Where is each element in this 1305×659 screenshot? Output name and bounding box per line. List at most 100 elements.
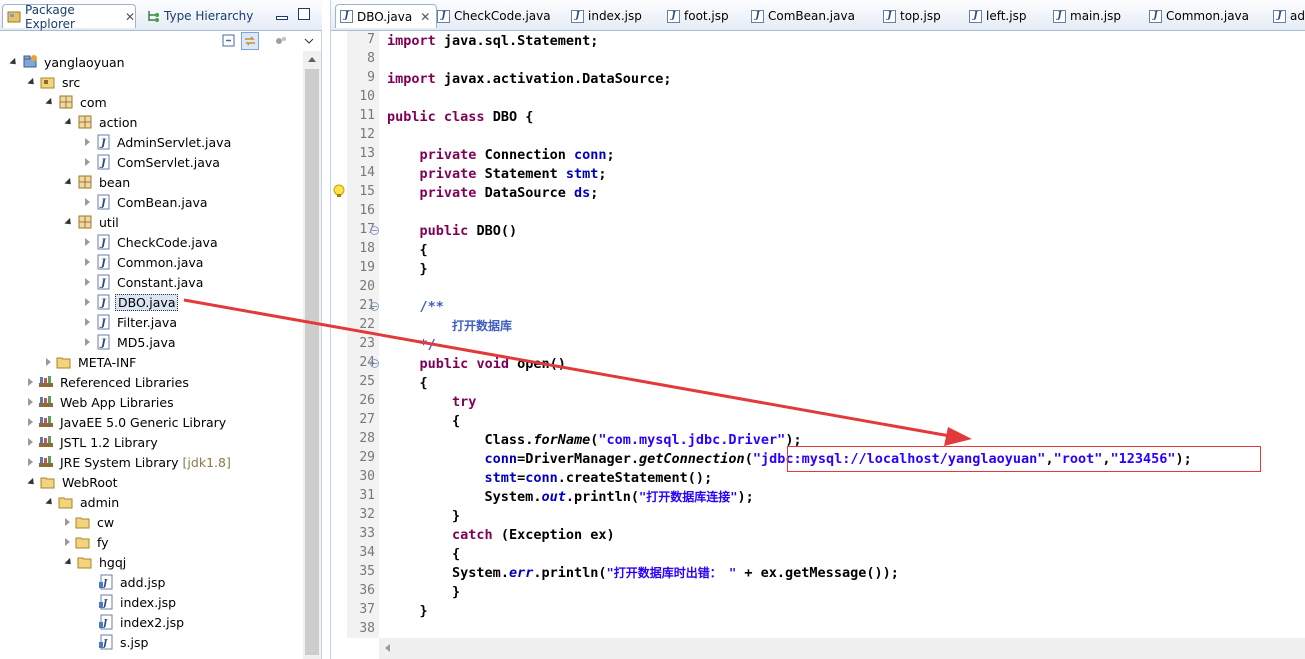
- collapsed-arrow-icon[interactable]: [28, 378, 33, 386]
- collapsed-arrow-icon[interactable]: [65, 518, 70, 526]
- tab-type-hierarchy[interactable]: Type Hierarchy: [142, 4, 272, 28]
- expanded-arrow-icon[interactable]: [64, 117, 74, 127]
- editor-tab[interactable]: J Common.java: [1149, 4, 1249, 28]
- tree-item[interactable]: Jindex.jsp: [85, 592, 178, 612]
- tree-item[interactable]: WebRoot: [27, 472, 120, 492]
- expanded-arrow-icon[interactable]: [64, 557, 74, 567]
- tree-item[interactable]: J CheckCode.java: [85, 232, 220, 252]
- chevron-down-icon[interactable]: [300, 32, 318, 50]
- tree-item[interactable]: J ComServlet.java: [85, 152, 222, 172]
- fold-toggle-icon[interactable]: −: [370, 226, 379, 235]
- code-line: /**: [387, 298, 444, 317]
- tree-item[interactable]: Jindex2.jsp: [85, 612, 186, 632]
- code-line: private Statement stmt;: [419, 166, 607, 182]
- collapsed-arrow-icon[interactable]: [28, 398, 33, 406]
- collapsed-arrow-icon[interactable]: [85, 158, 90, 166]
- fold-toggle-icon[interactable]: −: [370, 359, 379, 368]
- horizontal-scrollbar[interactable]: [379, 638, 1305, 659]
- tree-item[interactable]: com: [45, 92, 109, 112]
- tree-item[interactable]: META-INF: [46, 352, 138, 372]
- expanded-arrow-icon[interactable]: [45, 497, 55, 507]
- editor-tab-label: ad: [1290, 9, 1305, 23]
- java-file-icon: J: [95, 334, 111, 350]
- minimize-button[interactable]: [276, 16, 288, 20]
- tree-item[interactable]: Referenced Libraries: [28, 372, 191, 392]
- collapsed-arrow-icon[interactable]: [28, 418, 33, 426]
- expanded-arrow-icon[interactable]: [64, 217, 74, 227]
- editor-tab[interactable]: J DBO.java ✕: [335, 4, 438, 28]
- code-line: */: [387, 336, 436, 355]
- code-line: {: [452, 546, 461, 562]
- tab-package-explorer[interactable]: Package Explorer ✕: [2, 3, 136, 31]
- tree-item[interactable]: Jadd.jsp: [85, 572, 167, 592]
- collapse-all-button[interactable]: [220, 32, 238, 50]
- code-text-area[interactable]: import java.sql.Statement; import javax.a…: [379, 31, 1305, 638]
- tree-item[interactable]: action: [64, 112, 139, 132]
- expanded-arrow-icon[interactable]: [9, 57, 19, 67]
- editor-tab[interactable]: Jindex.jsp: [571, 4, 642, 28]
- expanded-arrow-icon[interactable]: [45, 97, 55, 107]
- scrollbar-thumb[interactable]: [305, 69, 319, 655]
- tree-item[interactable]: J Filter.java: [85, 312, 179, 332]
- collapsed-arrow-icon[interactable]: [65, 538, 70, 546]
- expanded-arrow-icon[interactable]: [27, 477, 37, 487]
- tree-item[interactable]: hgqj: [64, 552, 128, 572]
- tree-item[interactable]: JRE System Library [jdk1.8]: [28, 452, 231, 472]
- editor-tab[interactable]: J ComBean.java: [751, 4, 855, 28]
- tree-item[interactable]: JSTL 1.2 Library: [28, 432, 160, 452]
- collapsed-arrow-icon[interactable]: [28, 458, 33, 466]
- collapsed-arrow-icon[interactable]: [85, 278, 90, 286]
- collapsed-arrow-icon[interactable]: [85, 138, 90, 146]
- folder-icon: [56, 354, 72, 370]
- editor-tab[interactable]: Jfoot.jsp: [667, 4, 729, 28]
- collapsed-arrow-icon[interactable]: [46, 358, 51, 366]
- tree-item-label: Constant.java: [117, 274, 204, 290]
- tree-item[interactable]: J AdminServlet.java: [85, 132, 233, 152]
- editor-tab-label: left.jsp: [986, 9, 1027, 23]
- editor-tab[interactable]: Jmain.jsp: [1053, 4, 1121, 28]
- tree-item[interactable]: J Common.java: [85, 252, 205, 272]
- tree-item[interactable]: J MD5.java: [85, 332, 178, 352]
- editor-tab[interactable]: J CheckCode.java: [437, 4, 551, 28]
- collapsed-arrow-icon[interactable]: [28, 438, 33, 446]
- expanded-arrow-icon[interactable]: [27, 77, 37, 87]
- expanded-arrow-icon[interactable]: [64, 177, 74, 187]
- editor-tab[interactable]: Jtop.jsp: [883, 4, 941, 28]
- close-icon[interactable]: ✕: [420, 10, 430, 24]
- tree-item[interactable]: J ComBean.java: [85, 192, 210, 212]
- link-with-editor-button[interactable]: [241, 32, 259, 50]
- collapsed-arrow-icon[interactable]: [85, 238, 90, 246]
- tree-item[interactable]: cw: [65, 512, 116, 532]
- close-icon[interactable]: ✕: [125, 10, 135, 24]
- scroll-up-icon[interactable]: [308, 57, 316, 62]
- tree-item[interactable]: J DBO.java: [85, 292, 179, 312]
- tree-item[interactable]: fy: [65, 532, 111, 552]
- tree-item[interactable]: Web App Libraries: [28, 392, 176, 412]
- editor-tab[interactable]: Jad: [1273, 4, 1305, 28]
- tree-item[interactable]: admin: [45, 492, 121, 512]
- tree-item-label: MD5.java: [117, 334, 176, 350]
- maximize-button[interactable]: [298, 8, 310, 20]
- tree-item[interactable]: JavaEE 5.0 Generic Library: [28, 412, 228, 432]
- code-line: public class DBO {: [387, 109, 534, 125]
- view-menu-icon[interactable]: [272, 32, 290, 50]
- warning-lightbulb-icon[interactable]: [332, 183, 348, 203]
- tree-item[interactable]: bean: [64, 172, 132, 192]
- fold-toggle-icon[interactable]: −: [370, 302, 379, 311]
- tree-item[interactable]: J Constant.java: [85, 272, 205, 292]
- collapsed-arrow-icon[interactable]: [85, 318, 90, 326]
- jsp-file-icon: J: [98, 614, 114, 630]
- tree-item[interactable]: yanglaoyuan: [9, 52, 127, 72]
- vertical-scrollbar[interactable]: [303, 51, 321, 659]
- scroll-left-icon[interactable]: [385, 644, 390, 652]
- editor-tab[interactable]: Jleft.jsp: [969, 4, 1026, 28]
- tree-item[interactable]: util: [64, 212, 121, 232]
- package-icon: [77, 114, 93, 130]
- collapsed-arrow-icon[interactable]: [85, 338, 90, 346]
- editor-tab-bar: J DBO.java ✕ J CheckCode.java Jindex.jsp Jfoot…: [331, 0, 1305, 31]
- collapsed-arrow-icon[interactable]: [85, 258, 90, 266]
- tree-item[interactable]: Js.jsp: [85, 632, 150, 652]
- collapsed-arrow-icon[interactable]: [85, 198, 90, 206]
- collapsed-arrow-icon[interactable]: [85, 298, 90, 306]
- tree-item[interactable]: src: [27, 72, 82, 92]
